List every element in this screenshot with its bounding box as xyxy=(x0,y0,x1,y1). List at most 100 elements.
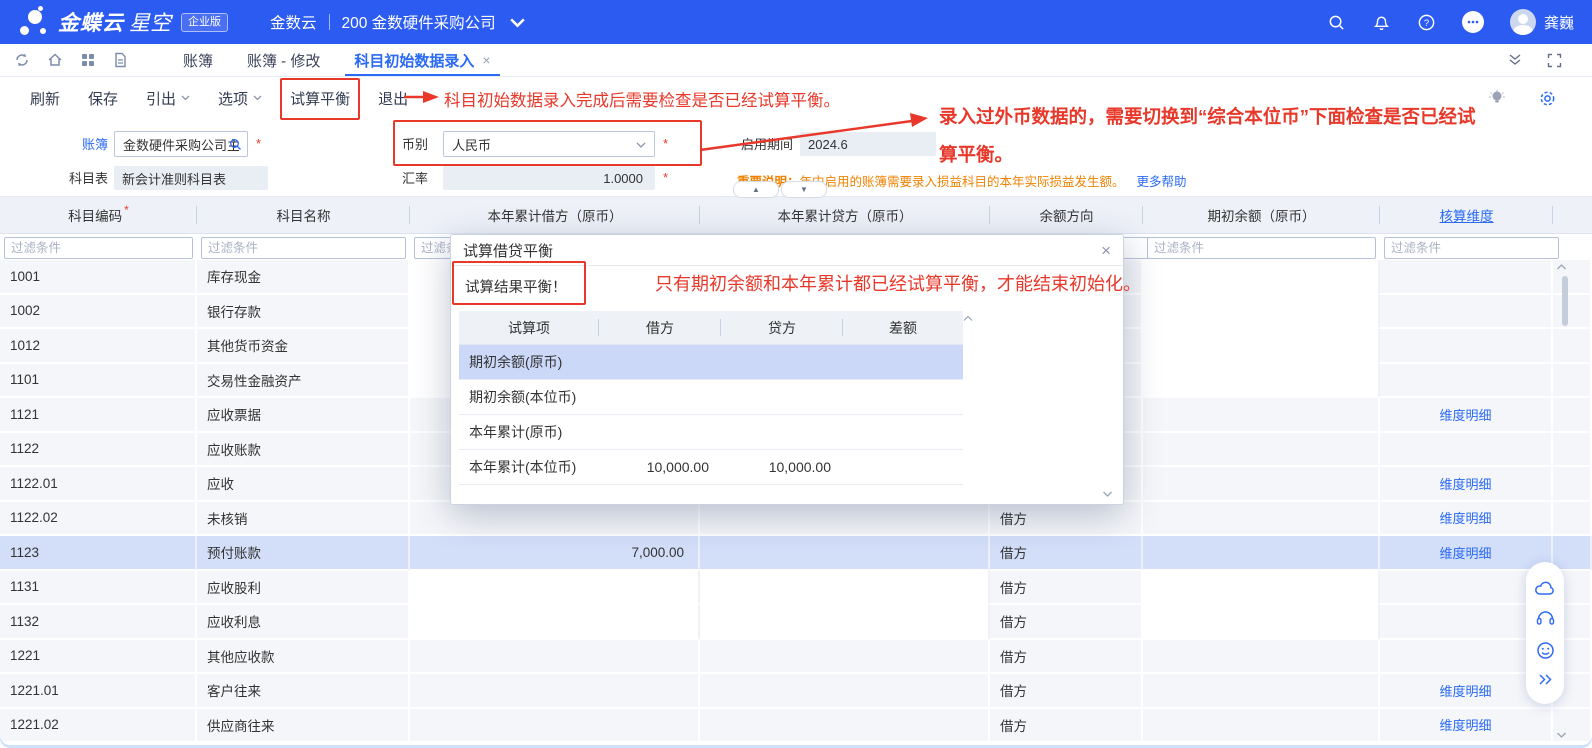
cell-opening-balance[interactable] xyxy=(1143,570,1380,605)
cell-ytd-credit[interactable] xyxy=(700,605,990,640)
theme-bulb-icon[interactable] xyxy=(1488,89,1506,107)
headset-icon[interactable] xyxy=(1536,609,1555,627)
cell-ytd-debit[interactable] xyxy=(410,674,700,709)
dialog-close-icon[interactable]: × xyxy=(1101,242,1111,259)
toolbar-button-label: 选项 xyxy=(218,90,249,108)
toolbar-button-label: 退出 xyxy=(378,90,409,108)
ledger-field[interactable]: 金数硬件采购公司主... xyxy=(114,131,248,157)
cell-ytd-credit[interactable] xyxy=(700,536,990,571)
apps-grid-icon[interactable] xyxy=(80,52,96,68)
cell-opening-balance[interactable] xyxy=(1143,501,1380,536)
cell-ytd-debit[interactable] xyxy=(410,570,700,605)
cell-opening-balance[interactable] xyxy=(1143,639,1380,674)
filter-input-6[interactable] xyxy=(1147,237,1376,259)
collapse-sidebar-icon[interactable] xyxy=(1538,673,1553,686)
dimension-detail-link[interactable]: 维度明细 xyxy=(1439,405,1491,424)
user-menu[interactable]: 龚巍 xyxy=(1509,9,1574,35)
rate-label: 汇率 xyxy=(401,171,428,186)
dimension-detail-link[interactable]: 维度明细 xyxy=(1439,681,1491,700)
trial-row[interactable]: 期初余额(本位币) xyxy=(459,380,963,415)
settings-gear-icon[interactable] xyxy=(1538,89,1557,108)
cell-ytd-credit[interactable] xyxy=(700,501,990,536)
dimension-detail-link[interactable]: 维度明细 xyxy=(1439,508,1491,527)
table-row[interactable]: 1123 预付账款 7,000.00 借方 维度明细 xyxy=(0,536,1592,571)
cell-ytd-credit[interactable] xyxy=(700,708,990,741)
toolbar-button-6[interactable]: 退出 xyxy=(378,88,408,109)
cell-opening-balance[interactable] xyxy=(1143,605,1380,640)
cell-ytd-debit[interactable] xyxy=(410,501,700,536)
toolbar-button-5[interactable]: 试算平衡 xyxy=(290,88,350,109)
cell-ytd-debit[interactable] xyxy=(410,605,700,640)
cell-opening-balance[interactable] xyxy=(1143,432,1380,467)
cell-opening-balance[interactable] xyxy=(1143,708,1380,741)
tab-2[interactable]: 账簿 - 修改 xyxy=(230,44,337,76)
cell-ytd-credit[interactable] xyxy=(700,674,990,709)
filter-input-1[interactable] xyxy=(4,237,193,259)
collapse-tabs-icon[interactable] xyxy=(1507,53,1523,67)
toolbar-button-3[interactable]: 引出 xyxy=(146,88,190,109)
chevron-down-icon[interactable] xyxy=(508,13,527,32)
close-tab-icon[interactable]: × xyxy=(482,52,490,68)
scroll-down-icon[interactable] xyxy=(1556,731,1567,739)
scroll-up-icon[interactable] xyxy=(1556,263,1567,271)
table-row[interactable]: 1221 其他应收款 借方 xyxy=(0,639,1592,674)
document-icon[interactable] xyxy=(113,52,128,68)
filter-input-7[interactable] xyxy=(1384,237,1559,259)
cell-opening-balance[interactable] xyxy=(1143,294,1380,329)
sync-icon[interactable] xyxy=(14,52,30,68)
cell-opening-balance[interactable] xyxy=(1143,674,1380,709)
dimension-detail-link[interactable]: 维度明细 xyxy=(1439,715,1491,734)
help-icon[interactable]: ? xyxy=(1417,13,1436,32)
select-chevron-down-icon[interactable] xyxy=(636,142,646,149)
smiley-icon[interactable] xyxy=(1536,641,1555,660)
dimension-detail-link[interactable]: 维度明细 xyxy=(1439,474,1491,493)
cell-ytd-debit[interactable]: 7,000.00 xyxy=(410,536,700,571)
toolbar-button-2[interactable]: 保存 xyxy=(88,88,118,109)
search-icon[interactable] xyxy=(1327,13,1346,32)
cell-dimension: 维度明细 xyxy=(1380,398,1553,433)
collapse-panel-up-button[interactable]: ▲ xyxy=(733,181,779,198)
cell-opening-balance[interactable] xyxy=(1143,398,1380,433)
cell-ytd-debit[interactable] xyxy=(410,708,700,741)
trial-row[interactable]: 期初余额(原币) xyxy=(459,345,963,380)
dimension-detail-link[interactable]: 维度明细 xyxy=(1439,543,1491,562)
trial-row[interactable]: 本年累计(原币) xyxy=(459,415,963,450)
bell-icon[interactable] xyxy=(1372,13,1391,32)
cell-dimension xyxy=(1380,260,1553,295)
table-row[interactable]: 1122.02 未核销 借方 维度明细 xyxy=(0,501,1592,536)
more-help-link[interactable]: 更多帮助 xyxy=(1137,175,1187,189)
dialog-scroll-down-icon[interactable] xyxy=(1102,490,1113,498)
tab-1[interactable]: 账簿 xyxy=(166,44,230,76)
trial-row[interactable]: 本年累计(本位币) 10,000.00 10,000.00 xyxy=(459,450,963,485)
cell-ytd-debit[interactable] xyxy=(410,639,700,674)
dialog-title-bar[interactable]: 试算借贷平衡 × xyxy=(451,235,1123,266)
fullscreen-icon[interactable] xyxy=(1547,53,1562,68)
vertical-scrollbar-thumb[interactable] xyxy=(1562,276,1568,326)
cell-opening-balance[interactable] xyxy=(1143,536,1380,571)
table-row[interactable]: 1221.02 供应商往来 借方 维度明细 xyxy=(0,708,1592,741)
home-icon[interactable] xyxy=(47,52,63,68)
grid-column-header-7[interactable]: 核算维度 xyxy=(1380,197,1553,233)
trial-cell-item: 期初余额(本位币) xyxy=(469,389,577,405)
currency-select[interactable]: 人民币 xyxy=(443,131,655,157)
svg-text:?: ? xyxy=(1424,17,1429,28)
cell-opening-balance[interactable] xyxy=(1143,467,1380,502)
cell-opening-balance[interactable] xyxy=(1143,329,1380,364)
collapse-panel-down-button[interactable]: ▼ xyxy=(781,181,827,198)
lookup-search-icon[interactable] xyxy=(229,138,242,151)
cloud-icon[interactable] xyxy=(1534,580,1556,596)
toolbar-button-1[interactable]: 刷新 xyxy=(30,88,60,109)
filter-input-2[interactable] xyxy=(201,237,406,259)
dialog-scroll-up-icon[interactable] xyxy=(963,315,973,322)
table-row[interactable]: 1132 应收利息 借方 xyxy=(0,605,1592,640)
toolbar-button-4[interactable]: 选项 xyxy=(218,88,262,109)
cell-opening-balance[interactable] xyxy=(1143,260,1380,295)
table-row[interactable]: 1221.01 客户往来 借方 维度明细 xyxy=(0,674,1592,709)
tab-3[interactable]: 科目初始数据录入 × xyxy=(337,44,507,76)
cell-opening-balance[interactable] xyxy=(1143,363,1380,398)
workspace-switcher[interactable]: 金数云 200 金数硬件采购公司 xyxy=(270,11,527,33)
more-icon[interactable] xyxy=(1461,11,1484,33)
table-row[interactable]: 1131 应收股利 借方 xyxy=(0,570,1592,605)
cell-ytd-credit[interactable] xyxy=(700,639,990,674)
cell-ytd-credit[interactable] xyxy=(700,570,990,605)
